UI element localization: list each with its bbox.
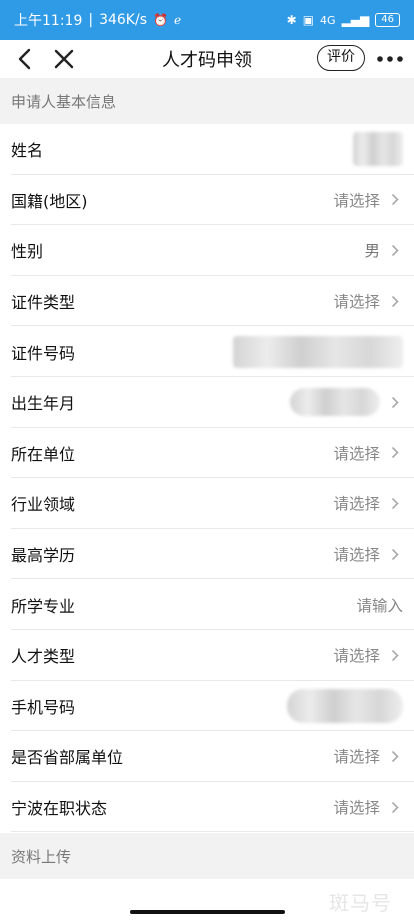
field-value: 请选择 <box>333 748 380 767</box>
close-button[interactable] <box>50 44 78 74</box>
applicant-form: 姓名 国籍(地区) 请选择 性别 男 证件类型 请选择 证件号码 出生年月 所在… <box>0 124 414 833</box>
watermark: 斑马号 <box>329 891 392 915</box>
field-label: 性别 <box>11 242 44 262</box>
chevron-right-icon <box>390 242 400 258</box>
home-indicator[interactable] <box>130 910 285 914</box>
field-label: 宁波在职状态 <box>11 799 108 819</box>
chevron-right-icon <box>390 394 400 410</box>
rate-button[interactable]: 评价 <box>317 45 365 71</box>
chevron-right-icon <box>390 192 400 208</box>
field-row-major[interactable]: 所学专业 请输入 <box>0 579 414 630</box>
status-right: ✱ ▣ 4G ▂▄▆ 46 <box>287 13 400 27</box>
field-label: 姓名 <box>11 141 44 161</box>
redacted-date-value <box>290 388 380 417</box>
network-type: 4G <box>320 13 336 27</box>
close-icon <box>54 49 74 69</box>
major-input[interactable]: 请输入 <box>356 594 403 616</box>
chevron-right-icon <box>390 647 400 663</box>
field-label: 证件号码 <box>11 343 76 363</box>
redacted-id-value <box>233 335 403 368</box>
redacted-name-value <box>353 132 403 167</box>
field-value: 请选择 <box>333 495 380 514</box>
field-row-gender[interactable]: 性别 男 <box>0 225 414 276</box>
redacted-phone-value <box>287 688 403 723</box>
chevron-right-icon <box>390 293 400 309</box>
field-label: 出生年月 <box>11 394 76 414</box>
more-button[interactable] <box>374 44 406 74</box>
notification-icon: ℯ <box>173 13 182 27</box>
field-row-provincial-unit[interactable]: 是否省部属单位 请选择 <box>0 731 414 782</box>
field-label: 证件类型 <box>11 293 76 313</box>
status-left: 上午11:19 | 346K/s ⏰ ℯ <box>14 10 181 30</box>
field-value: 男 <box>364 242 380 261</box>
field-label: 最高学历 <box>11 546 76 566</box>
nav-bar: 人才码申领 评价 <box>0 40 414 78</box>
field-value: 请选择 <box>333 799 380 818</box>
field-label: 所学专业 <box>11 596 76 616</box>
field-row-phone[interactable]: 手机号码 <box>0 680 414 732</box>
chevron-right-icon <box>390 748 400 764</box>
status-net-speed: 346K/s <box>99 12 147 28</box>
chevron-right-icon <box>390 495 400 511</box>
field-value: 请选择 <box>333 293 380 312</box>
section-header-upload: 资料上传 <box>0 833 414 879</box>
field-label: 人才类型 <box>11 647 76 667</box>
signal-icon: ▂▄▆ <box>341 13 370 27</box>
chevron-right-icon <box>390 445 400 461</box>
field-row-industry[interactable]: 行业领域 请选择 <box>0 478 414 529</box>
chevron-right-icon <box>390 546 400 562</box>
hd-icon: ▣ <box>302 13 315 27</box>
field-label: 行业领域 <box>11 495 76 515</box>
field-row-id-type[interactable]: 证件类型 请选择 <box>0 275 414 327</box>
field-row-education[interactable]: 最高学历 请选择 <box>0 528 414 580</box>
field-row-birth-date[interactable]: 出生年月 <box>0 376 414 428</box>
status-bar: 上午11:19 | 346K/s ⏰ ℯ ✱ ▣ 4G ▂▄▆ 46 <box>0 0 414 40</box>
alarm-icon: ⏰ <box>153 13 168 27</box>
chevron-left-icon <box>18 48 31 70</box>
chevron-right-icon <box>390 799 400 815</box>
field-row-talent-type[interactable]: 人才类型 请选择 <box>0 629 414 681</box>
field-row-name[interactable]: 姓名 <box>0 124 414 175</box>
field-label: 是否省部属单位 <box>11 748 124 768</box>
section-header-basic-info: 申请人基本信息 <box>0 78 414 124</box>
field-row-nationality[interactable]: 国籍(地区) 请选择 <box>0 174 414 226</box>
status-divider: | <box>88 12 94 28</box>
field-value: 请选择 <box>333 191 380 210</box>
field-label: 所在单位 <box>11 444 76 464</box>
field-label: 手机号码 <box>11 697 76 717</box>
status-time: 上午11:19 <box>14 13 83 29</box>
field-row-id-number[interactable]: 证件号码 <box>0 326 414 377</box>
field-value: 请选择 <box>333 444 380 463</box>
field-value: 请选择 <box>333 647 380 666</box>
bottom-area: 斑马号 <box>0 879 414 921</box>
more-horizontal-icon <box>377 56 403 62</box>
field-row-employer[interactable]: 所在单位 请选择 <box>0 427 414 479</box>
field-label: 国籍(地区) <box>11 191 88 211</box>
battery-indicator: 46 <box>375 13 400 27</box>
back-button[interactable] <box>10 44 38 74</box>
field-row-ningbo-employment[interactable]: 宁波在职状态 请选择 <box>0 781 414 833</box>
field-value: 请选择 <box>333 546 380 565</box>
bluetooth-icon: ✱ <box>286 13 297 27</box>
